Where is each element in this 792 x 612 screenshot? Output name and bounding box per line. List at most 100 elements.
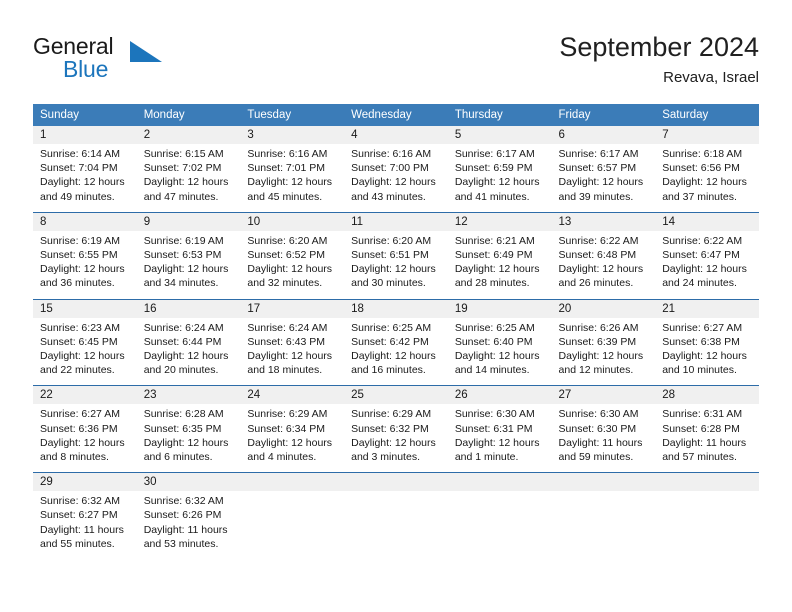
daylight-text-line1: Daylight: 12 hours [351,176,436,189]
daylight-text-line1: Daylight: 12 hours [40,176,125,189]
sunrise-text: Sunrise: 6:22 AM [662,234,743,247]
day-number: 28 [655,386,759,405]
calendar-day-cell[interactable]: 4 Sunrise: 6:16 AM Sunset: 7:00 PM Daylight… [344,126,448,212]
daylight-text-line1: Daylight: 11 hours [558,436,643,449]
empty-day-cell [655,473,759,492]
daylight-text-line2: and 1 minute. [454,451,519,464]
calendar-day-cell[interactable]: 5 Sunrise: 6:17 AM Sunset: 6:59 PM Daylight… [447,126,552,212]
day-cell-14[interactable]: 14 Sunrise: 6:22 AM Sunset: 6:47 PM Dayligh… [655,212,759,299]
day-cell-7[interactable]: 7 Sunrise: 6:18 AM Sunset: 6:56 PM Daylight… [655,126,759,212]
day-cell-17[interactable]: 17 Sunrise: 6:24 AM Sunset: 6:43 PM Dayligh… [240,299,345,386]
calendar-week-row: 29 Sunrise: 6:32 AM Sunset: 6:27 PM Dayligh… [33,472,759,560]
calendar-empty-cell [551,472,656,560]
day-cell-23[interactable]: 23 Sunrise: 6:28 AM Sunset: 6:35 PM Dayligh… [136,386,241,472]
daylight-text-line2: and 16 minutes. [351,364,426,377]
calendar-day-cell[interactable]: 13 Sunrise: 6:22 AM Sunset: 6:48 PM Dayligh… [551,211,656,300]
sunset-text: Sunset: 6:44 PM [143,335,222,348]
calendar-day-cell[interactable]: 12 Sunrise: 6:21 AM Sunset: 6:49 PM Dayligh… [447,211,552,300]
sunset-text: Sunset: 6:47 PM [662,249,740,262]
day-cell-12[interactable]: 12 Sunrise: 6:21 AM Sunset: 6:49 PM Dayligh… [447,212,552,299]
day-cell-22[interactable]: 22 Sunrise: 6:27 AM Sunset: 6:36 PM Dayligh… [33,386,137,472]
day-cell-26[interactable]: 26 Sunrise: 6:30 AM Sunset: 6:31 PM Dayligh… [447,386,552,472]
day-cell-21[interactable]: 21 Sunrise: 6:27 AM Sunset: 6:38 PM Dayligh… [655,299,759,386]
calendar-day-cell[interactable]: 8 Sunrise: 6:19 AM Sunset: 6:55 PM Daylight… [33,211,137,300]
calendar-day-cell[interactable]: 27 Sunrise: 6:30 AM Sunset: 6:30 PM Dayligh… [551,385,656,473]
day-number: 15 [33,299,137,318]
day-cell-24[interactable]: 24 Sunrise: 6:29 AM Sunset: 6:34 PM Dayligh… [240,386,345,472]
daylight-text-line2: and 20 minutes. [143,364,219,377]
calendar-day-cell[interactable]: 10 Sunrise: 6:20 AM Sunset: 6:52 PM Dayligh… [240,211,345,300]
day-cell-30[interactable]: 30 Sunrise: 6:32 AM Sunset: 6:26 PM Dayligh… [136,473,241,559]
sunset-text: Sunset: 6:59 PM [454,162,533,175]
day-number: 12 [447,212,552,231]
day-cell-2[interactable]: 2 Sunrise: 6:15 AM Sunset: 7:02 PM Daylight… [136,126,241,212]
day-details: Sunrise: 6:25 AM Sunset: 6:40 PM Daylight:… [448,318,552,386]
calendar-day-cell[interactable]: 11 Sunrise: 6:20 AM Sunset: 6:51 PM Dayligh… [344,211,448,300]
day-cell-13[interactable]: 13 Sunrise: 6:22 AM Sunset: 6:48 PM Dayligh… [551,212,656,299]
day-cell-3[interactable]: 3 Sunrise: 6:16 AM Sunset: 7:01 PM Daylight… [240,126,345,212]
empty-day-cell [240,473,345,492]
weekday-header-sunday: Sunday [33,104,137,126]
calendar-day-cell[interactable]: 9 Sunrise: 6:19 AM Sunset: 6:53 PM Daylight… [136,211,241,300]
sunset-text: Sunset: 7:00 PM [351,162,429,175]
page-subtitle: Revava, Israel [663,69,759,86]
calendar-day-cell[interactable]: 21 Sunrise: 6:27 AM Sunset: 6:38 PM Dayligh… [655,298,759,386]
calendar-day-cell[interactable]: 14 Sunrise: 6:22 AM Sunset: 6:47 PM Dayligh… [655,211,759,300]
calendar-day-cell[interactable]: 6 Sunrise: 6:17 AM Sunset: 6:57 PM Daylight… [551,126,656,212]
day-cell-15[interactable]: 15 Sunrise: 6:23 AM Sunset: 6:45 PM Dayligh… [33,299,137,386]
calendar-day-cell[interactable]: 16 Sunrise: 6:24 AM Sunset: 6:44 PM Dayligh… [136,298,241,386]
daylight-text-line1: Daylight: 11 hours [143,523,228,536]
day-cell-10[interactable]: 10 Sunrise: 6:20 AM Sunset: 6:52 PM Dayligh… [240,212,345,299]
calendar-day-cell[interactable]: 22 Sunrise: 6:27 AM Sunset: 6:36 PM Dayligh… [33,385,137,473]
calendar-day-cell[interactable]: 25 Sunrise: 6:29 AM Sunset: 6:32 PM Dayligh… [344,385,448,473]
daylight-text-line2: and 37 minutes. [662,190,737,203]
day-cell-28[interactable]: 28 Sunrise: 6:31 AM Sunset: 6:28 PM Dayligh… [655,386,759,472]
day-cell-5[interactable]: 5 Sunrise: 6:17 AM Sunset: 6:59 PM Daylight… [447,126,552,212]
sunrise-text: Sunrise: 6:18 AM [662,148,743,160]
calendar-day-cell[interactable]: 29 Sunrise: 6:32 AM Sunset: 6:27 PM Dayligh… [33,472,137,560]
calendar-day-cell[interactable]: 7 Sunrise: 6:18 AM Sunset: 6:56 PM Daylight… [655,126,759,212]
calendar-day-cell[interactable]: 1 Sunrise: 6:14 AM Sunset: 7:04 PM Daylight… [33,126,137,212]
calendar-day-cell[interactable]: 2 Sunrise: 6:15 AM Sunset: 7:02 PM Daylight… [136,126,241,212]
daylight-text-line1: Daylight: 12 hours [143,263,229,276]
calendar-empty-cell [447,472,552,560]
day-cell-11[interactable]: 11 Sunrise: 6:20 AM Sunset: 6:51 PM Dayligh… [344,212,448,299]
day-details: Sunrise: 6:31 AM Sunset: 6:28 PM Daylight:… [655,404,759,472]
day-cell-27[interactable]: 27 Sunrise: 6:30 AM Sunset: 6:30 PM Dayligh… [551,386,656,472]
calendar-day-cell[interactable]: 17 Sunrise: 6:24 AM Sunset: 6:43 PM Dayligh… [240,298,345,386]
daylight-text-line2: and 47 minutes. [143,190,219,203]
day-cell-25[interactable]: 25 Sunrise: 6:29 AM Sunset: 6:32 PM Dayligh… [344,386,448,472]
day-cell-16[interactable]: 16 Sunrise: 6:24 AM Sunset: 6:44 PM Dayligh… [136,299,241,386]
daylight-text-line1: Daylight: 12 hours [143,350,229,363]
day-details: Sunrise: 6:30 AM Sunset: 6:31 PM Daylight:… [448,404,552,472]
day-cell-6[interactable]: 6 Sunrise: 6:17 AM Sunset: 6:57 PM Daylight… [551,126,656,212]
calendar-day-cell[interactable]: 23 Sunrise: 6:28 AM Sunset: 6:35 PM Dayligh… [136,385,241,473]
day-cell-18[interactable]: 18 Sunrise: 6:25 AM Sunset: 6:42 PM Dayligh… [344,299,448,386]
day-cell-1[interactable]: 1 Sunrise: 6:14 AM Sunset: 7:04 PM Daylight… [33,126,137,212]
calendar-day-cell[interactable]: 28 Sunrise: 6:31 AM Sunset: 6:28 PM Dayligh… [655,385,759,473]
day-cell-29[interactable]: 29 Sunrise: 6:32 AM Sunset: 6:27 PM Dayligh… [33,473,137,559]
day-number-placeholder [240,473,345,492]
calendar-day-cell[interactable]: 26 Sunrise: 6:30 AM Sunset: 6:31 PM Dayligh… [447,385,552,473]
calendar-week-row: 15 Sunrise: 6:23 AM Sunset: 6:45 PM Dayligh… [33,298,759,386]
empty-day-cell [344,473,448,492]
daylight-text-line1: Daylight: 12 hours [351,263,436,276]
day-cell-4[interactable]: 4 Sunrise: 6:16 AM Sunset: 7:00 PM Daylight… [344,126,448,212]
calendar-day-cell[interactable]: 15 Sunrise: 6:23 AM Sunset: 6:45 PM Dayligh… [33,298,137,386]
calendar-day-cell[interactable]: 19 Sunrise: 6:25 AM Sunset: 6:40 PM Dayligh… [447,298,552,386]
sunset-text: Sunset: 6:28 PM [662,422,740,435]
calendar-day-cell[interactable]: 3 Sunrise: 6:16 AM Sunset: 7:01 PM Daylight… [240,126,345,212]
day-cell-9[interactable]: 9 Sunrise: 6:19 AM Sunset: 6:53 PM Daylight… [136,212,241,299]
sunrise-text: Sunrise: 6:17 AM [558,148,639,160]
calendar-day-cell[interactable]: 24 Sunrise: 6:29 AM Sunset: 6:34 PM Dayligh… [240,385,345,473]
calendar-day-cell[interactable]: 30 Sunrise: 6:32 AM Sunset: 6:26 PM Dayligh… [136,472,241,560]
day-cell-19[interactable]: 19 Sunrise: 6:25 AM Sunset: 6:40 PM Dayligh… [447,299,552,386]
sunrise-text: Sunrise: 6:15 AM [143,148,224,160]
day-cell-20[interactable]: 20 Sunrise: 6:26 AM Sunset: 6:39 PM Dayligh… [551,299,656,386]
day-number: 18 [344,299,448,318]
sunrise-text: Sunrise: 6:32 AM [40,495,120,508]
calendar-day-cell[interactable]: 18 Sunrise: 6:25 AM Sunset: 6:42 PM Dayligh… [344,298,448,386]
brand-logo[interactable]: General Blue [33,33,233,87]
day-cell-8[interactable]: 8 Sunrise: 6:19 AM Sunset: 6:55 PM Daylight… [33,212,137,299]
calendar-day-cell[interactable]: 20 Sunrise: 6:26 AM Sunset: 6:39 PM Dayligh… [551,298,656,386]
